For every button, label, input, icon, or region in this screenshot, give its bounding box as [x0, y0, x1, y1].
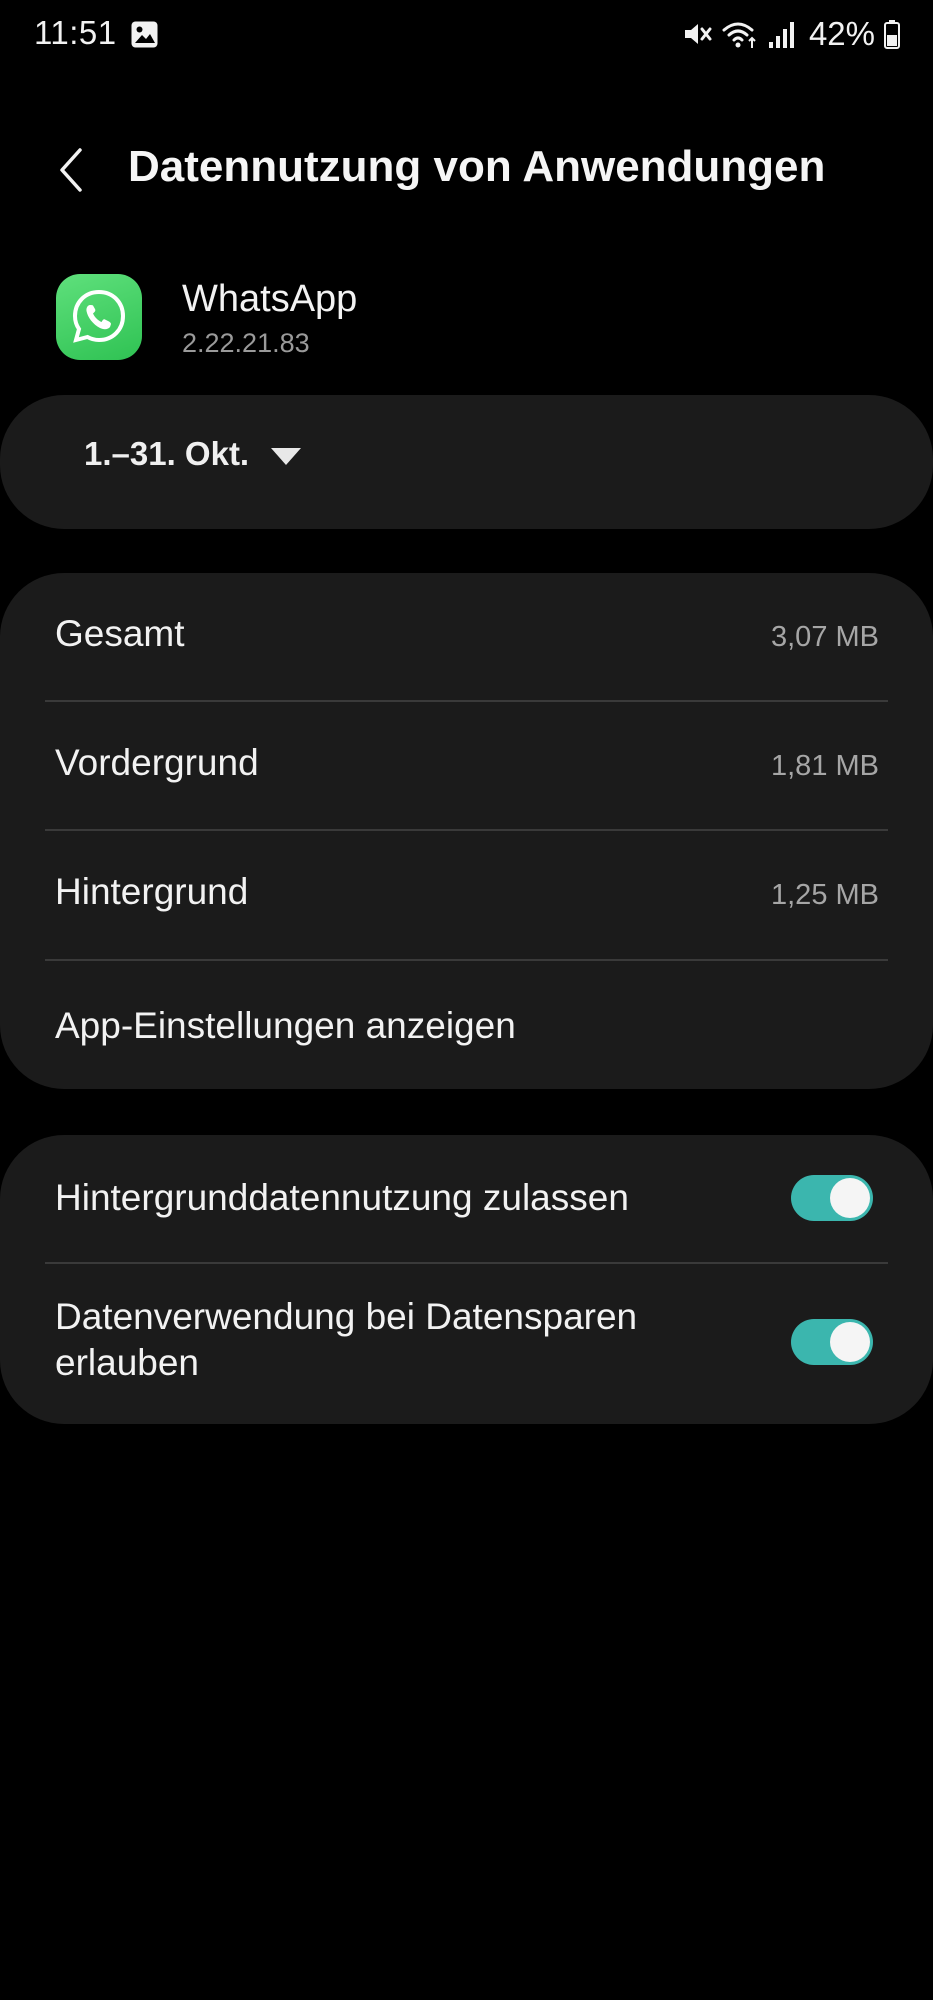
status-icons: 42% — [681, 14, 901, 54]
date-range-dropdown[interactable]: 1.–31. Okt. — [84, 435, 302, 473]
background-data-row[interactable]: Hintergrunddatennutzung zulassen — [0, 1135, 933, 1262]
app-version: 2.22.21.83 — [182, 328, 310, 358]
app-header: WhatsApp 2.22.21.83 — [0, 272, 933, 372]
chevron-left-icon — [60, 148, 82, 192]
signal-icon — [767, 18, 797, 50]
background-label: Hintergrund — [55, 871, 249, 912]
app-settings-link[interactable]: App-Einstellungen anzeigen — [55, 1005, 516, 1047]
status-time: 11:51 — [34, 14, 117, 51]
toggle-knob — [830, 1178, 870, 1218]
app-name: WhatsApp — [182, 278, 358, 320]
usage-row-foreground: Vordergrund 1,81 MB — [0, 702, 933, 831]
top-app-bar: Datennutzung von Anwendungen — [0, 120, 933, 220]
usage-card: Gesamt 3,07 MB Vordergrund 1,81 MB Hinte… — [0, 573, 933, 1089]
background-value: 1,25 MB — [771, 879, 879, 911]
toggle-knob — [830, 1322, 870, 1362]
toggle-card: Hintergrunddatennutzung zulassen Datenve… — [0, 1135, 933, 1424]
total-value: 3,07 MB — [771, 621, 879, 653]
wifi-icon — [721, 18, 759, 50]
data-saver-label: Datenverwendung bei Datensparen erlauben — [55, 1296, 638, 1383]
date-range-label: 1.–31. Okt. — [84, 435, 250, 472]
app-settings-row[interactable]: App-Einstellungen anzeigen — [0, 961, 933, 1090]
background-data-toggle[interactable] — [791, 1175, 873, 1221]
data-saver-row[interactable]: Datenverwendung bei Datensparen erlauben — [0, 1264, 933, 1424]
back-button[interactable] — [40, 138, 104, 202]
page-title: Datennutzung von Anwendungen — [128, 142, 826, 191]
foreground-value: 1,81 MB — [771, 750, 879, 782]
usage-row-total: Gesamt 3,07 MB — [0, 573, 933, 702]
battery-icon — [883, 18, 901, 50]
data-saver-toggle[interactable] — [791, 1319, 873, 1365]
whatsapp-icon — [56, 274, 142, 360]
dropdown-triangle-icon — [271, 447, 302, 465]
mute-icon — [681, 18, 713, 50]
foreground-label: Vordergrund — [55, 742, 259, 783]
gallery-icon — [130, 20, 159, 49]
usage-row-background: Hintergrund 1,25 MB — [0, 831, 933, 960]
total-label: Gesamt — [55, 613, 185, 654]
battery-percentage: 42% — [808, 15, 875, 52]
date-range-card: 1.–31. Okt. — [0, 395, 933, 529]
background-data-label: Hintergrunddatennutzung zulassen — [55, 1177, 629, 1218]
status-bar: 11:51 42% — [0, 0, 933, 70]
